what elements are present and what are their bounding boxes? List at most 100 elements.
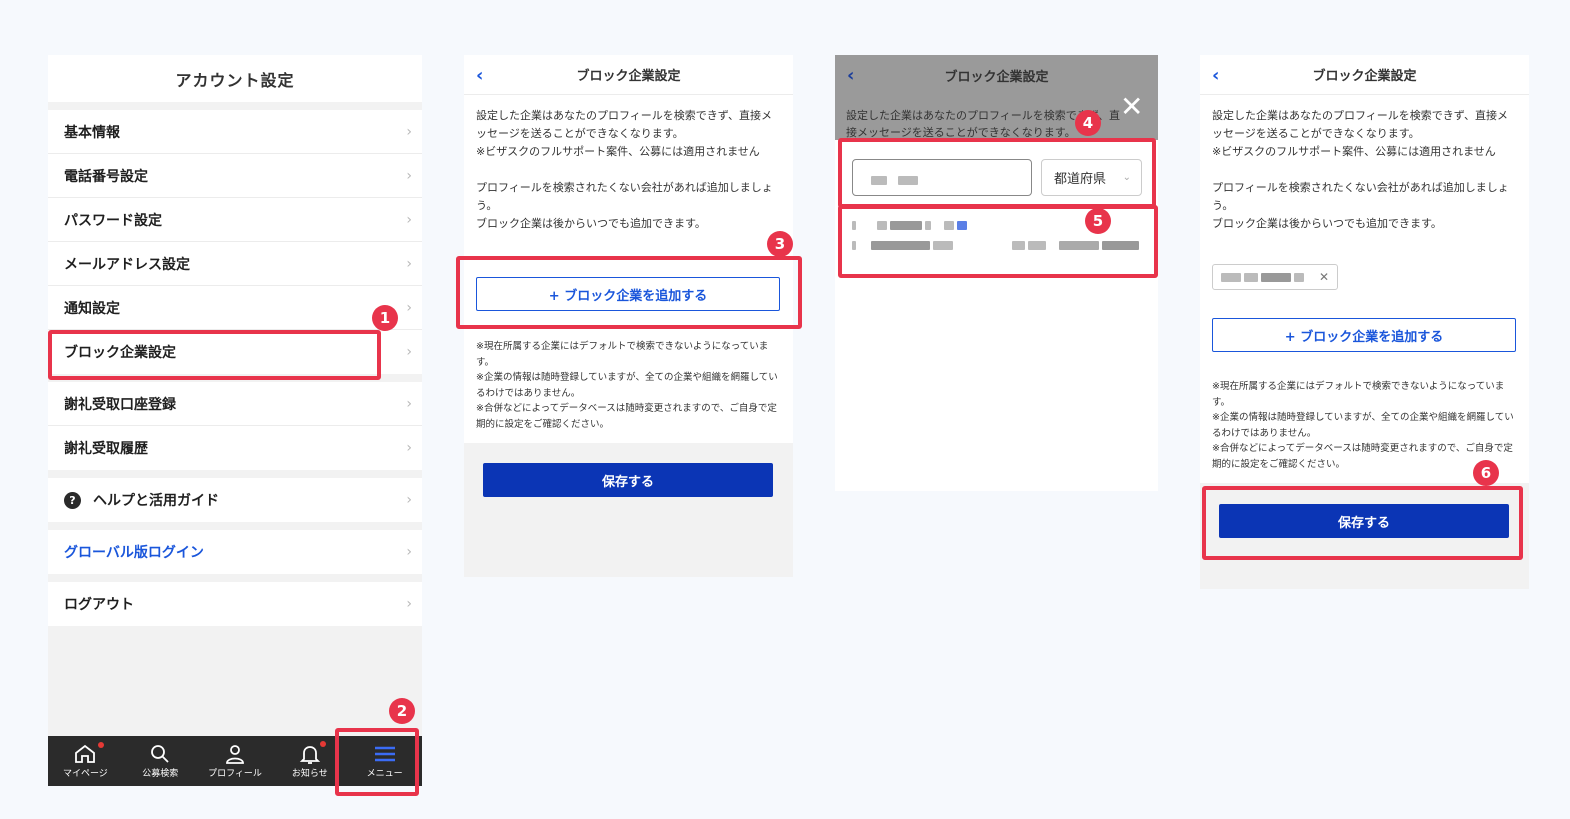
chevron-right-icon: › [406, 299, 412, 316]
description-line: 接メッセージを送ることができなくなります。 [846, 126, 1076, 139]
chevron-down-icon: ⌄ [1122, 172, 1131, 183]
chevron-right-icon: › [406, 395, 412, 412]
tab-search[interactable]: 公募検索 [123, 736, 198, 786]
blurred-text [1028, 240, 1047, 250]
settings-menu-group-1: 基本情報 › 電話番号設定 › パスワード設定 › メールアドレス設定 › 通知設定 › … [48, 110, 422, 374]
note-line: ※企業の情報は随時登録していますが、全ての企業や組織を網羅しているわけではありま… [1212, 412, 1514, 439]
person-icon [226, 744, 244, 764]
step-badge-1: 1 [372, 305, 398, 331]
search-icon [151, 744, 169, 763]
chevron-right-icon: › [406, 440, 412, 456]
menu-item-logout[interactable]: ログアウト › [48, 582, 422, 626]
blurred-text [1261, 272, 1291, 282]
blurred-text [1221, 272, 1241, 282]
menu-item-payout-history[interactable]: 謝礼受取履歴 › [48, 426, 422, 470]
menu-item-label: グローバル版ログイン [64, 545, 204, 561]
notification-dot [320, 741, 327, 747]
close-icon[interactable]: ✕ [1120, 93, 1143, 121]
screen-header: ‹ ブロック企業設定 [464, 55, 793, 95]
blurred-text [852, 220, 856, 230]
help-group: ? ヘルプと活用ガイド › [48, 478, 422, 522]
step-badge-6: 6 [1473, 460, 1499, 486]
company-search-modal-screen: ‹ ブロック企業設定 設定した企業はあなたのプロフィールを検索できず、直 接メッ… [835, 55, 1158, 491]
menu-item-label: 謝礼受取口座登録 [64, 396, 176, 413]
save-area: 保存する [464, 443, 793, 577]
blurred-text [1011, 240, 1026, 250]
tab-notifications[interactable]: お知らせ [272, 736, 347, 786]
description-line: 設定した企業はあなたのプロフィールを検索できず、直接メッセージを送ることができな… [476, 109, 773, 140]
step-badge-3: 3 [767, 231, 793, 257]
page-title: ブロック企業設定 [1312, 69, 1417, 84]
description-line: 設定した企業はあなたのプロフィールを検索できず、直接メッセージを送ることができな… [1212, 109, 1509, 140]
description-line: ※ビザスクのフルサポート案件、公募には適用されません [476, 145, 760, 158]
chevron-right-icon: › [406, 167, 412, 184]
page-title: ブロック企業設定 [576, 69, 681, 84]
note-line: ※企業の情報は随時登録していますが、全ての企業や組織を網羅しているわけではありま… [476, 372, 778, 399]
chevron-right-icon: › [406, 544, 412, 560]
menu-item-label: 謝礼受取履歴 [64, 441, 148, 457]
description-line: プロフィールを検索されたくない会社があれば追加しましょう。 [1212, 181, 1509, 212]
hamburger-menu-icon [374, 746, 395, 761]
menu-item-label: ヘルプと活用ガイド [93, 493, 219, 509]
menu-item-email[interactable]: メールアドレス設定 › [48, 242, 422, 286]
menu-item-notification[interactable]: 通知設定 › [48, 286, 422, 330]
company-search-input[interactable] [852, 159, 1032, 196]
save-area: 保存する [1200, 483, 1529, 589]
notes: ※現在所属する企業にはデフォルトで検索できないようになっています。 ※企業の情報… [1212, 379, 1520, 472]
step-badge-2: 2 [389, 698, 415, 724]
back-arrow-icon: ‹ [847, 65, 855, 86]
step-badge-4: 4 [1075, 110, 1101, 136]
block-settings-screen: ‹ ブロック企業設定 設定した企業はあなたのプロフィールを検索できず、直接メッセ… [464, 55, 793, 577]
description-line: ※ビザスクのフルサポート案件、公募には適用されません [1212, 145, 1496, 158]
remove-chip-icon[interactable]: ✕ [1319, 270, 1329, 284]
blurred-text [870, 240, 931, 250]
add-block-company-button[interactable]: + ブロック企業を追加する [1212, 318, 1516, 352]
menu-item-basic-info[interactable]: 基本情報 › [48, 110, 422, 154]
menu-item-payout-account[interactable]: 謝礼受取口座登録 › [48, 382, 422, 426]
blocked-company-chip: ✕ [1212, 264, 1338, 290]
blurred-text [1101, 240, 1139, 250]
home-icon [75, 744, 96, 763]
menu-item-label: ブロック企業設定 [64, 345, 176, 361]
tab-label: プロフィール [208, 768, 262, 779]
back-arrow-icon[interactable]: ‹ [476, 65, 483, 86]
description-line: ブロック企業は後からいつでも追加できます。 [1212, 217, 1442, 230]
screen-header: ‹ ブロック企業設定 [835, 55, 1158, 95]
bell-icon [299, 745, 320, 764]
chevron-right-icon: › [406, 255, 412, 272]
page-title: アカウント設定 [48, 55, 422, 102]
menu-item-label: メールアドレス設定 [64, 256, 190, 273]
save-button[interactable]: 保存する [1219, 504, 1509, 538]
add-block-company-button[interactable]: + ブロック企業を追加する [476, 277, 780, 311]
blurred-text [1294, 272, 1304, 282]
chevron-right-icon: › [406, 123, 412, 140]
tab-profile[interactable]: プロフィール [198, 736, 273, 786]
blurred-text [1059, 240, 1099, 250]
blurred-text [925, 220, 931, 230]
description-line: 設定した企業はあなたのプロフィールを検索できず、直 [846, 109, 1121, 122]
block-settings-result-screen: ‹ ブロック企業設定 設定した企業はあなたのプロフィールを検索できず、直接メッセ… [1200, 55, 1529, 589]
menu-item-password[interactable]: パスワード設定 › [48, 198, 422, 242]
description: 設定した企業はあなたのプロフィールを検索できず、直接メッセージを送ることができな… [1200, 95, 1529, 233]
save-button[interactable]: 保存する [483, 463, 773, 497]
menu-item-phone[interactable]: 電話番号設定 › [48, 154, 422, 198]
blurred-text [957, 220, 967, 230]
prefecture-select[interactable]: 都道府県 ⌄ [1041, 159, 1142, 196]
notes: ※現在所属する企業にはデフォルトで検索できないようになっています。 ※企業の情報… [476, 339, 782, 432]
dimmed-description: 設定した企業はあなたのプロフィールを検索できず、直 接メッセージを送ることができ… [835, 95, 1158, 140]
menu-item-help[interactable]: ? ヘルプと活用ガイド › [48, 478, 422, 522]
chevron-right-icon: › [406, 344, 412, 360]
global-group: グローバル版ログイン › [48, 530, 422, 574]
description-line: プロフィールを検索されたくない会社があれば追加しましょう。 [476, 181, 773, 212]
tab-menu[interactable]: メニュー [347, 736, 422, 786]
logout-group: ログアウト › [48, 582, 422, 626]
back-arrow-icon[interactable]: ‹ [1212, 65, 1219, 86]
select-value: 都道府県 [1054, 172, 1107, 187]
tab-mypage[interactable]: マイページ [48, 736, 123, 786]
blurred-text [898, 176, 918, 185]
menu-item-global-login[interactable]: グローバル版ログイン › [48, 530, 422, 574]
notification-dot [98, 742, 104, 748]
menu-item-block-companies[interactable]: ブロック企業設定 › [48, 330, 422, 374]
blurred-text [933, 240, 953, 250]
tab-label: お知らせ [291, 768, 328, 779]
